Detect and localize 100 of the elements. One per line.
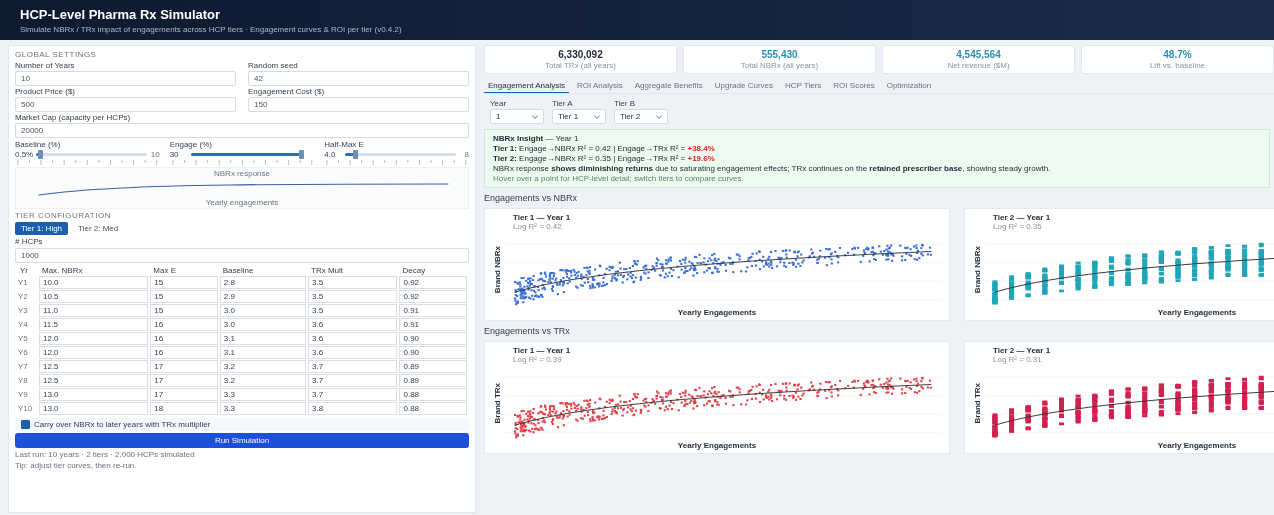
column-header: Max E xyxy=(153,266,176,275)
slider-value: 4.0 xyxy=(324,150,337,159)
chart-subtitle: Log R² = 0.31 xyxy=(992,355,1043,364)
chart-subtitle: Log R² = 0.35 xyxy=(992,222,1043,231)
table-input[interactable]: 3.0 xyxy=(219,304,307,317)
table-input[interactable]: 15 xyxy=(150,304,218,317)
table-input[interactable]: 16 xyxy=(150,318,218,331)
dropdown[interactable]: Tier 1 xyxy=(552,109,606,124)
table-input[interactable]: 0.88 xyxy=(399,388,467,401)
table-input[interactable]: 3.2 xyxy=(219,360,307,373)
table-input[interactable]: 13.0 xyxy=(39,388,149,401)
tab[interactable]: Upgrade Curves xyxy=(710,79,778,93)
table-input[interactable]: 0.89 xyxy=(399,360,467,373)
table-input[interactable]: 15 xyxy=(150,290,218,303)
table-input[interactable]: 3.5 xyxy=(308,276,398,289)
table-input[interactable]: 0.89 xyxy=(399,374,467,387)
table-input[interactable]: 15 xyxy=(150,276,218,289)
section-title: Engagements vs TRx xyxy=(484,326,571,336)
row-label: Y5 xyxy=(18,334,28,343)
table-input[interactable]: 0.91 xyxy=(399,304,467,317)
input-field[interactable]: 150 xyxy=(248,97,469,112)
table-input[interactable]: 18 xyxy=(150,402,218,415)
table-input[interactable]: 12.5 xyxy=(39,374,149,387)
table-input[interactable]: 17 xyxy=(150,360,218,373)
table-input[interactable]: 0.92 xyxy=(399,276,467,289)
slider-value: 0.5% xyxy=(15,150,33,159)
table-input[interactable]: 3.3 xyxy=(219,388,307,401)
table-input[interactable]: 17 xyxy=(150,374,218,387)
table-input[interactable]: 13.0 xyxy=(39,402,149,415)
input-field[interactable]: 42 xyxy=(248,71,469,86)
input-field[interactable]: 10 xyxy=(15,71,236,86)
tab[interactable]: ROI Analysis xyxy=(572,79,627,93)
row-label: Y2 xyxy=(18,292,28,301)
column-header: TRx Mult xyxy=(311,266,344,275)
table-input[interactable]: 12.0 xyxy=(39,346,149,359)
table-input[interactable]: 3.8 xyxy=(308,402,398,415)
table-input[interactable]: 11.0 xyxy=(39,304,149,317)
table-input[interactable]: 3.5 xyxy=(308,290,398,303)
tab[interactable]: ROI Scores xyxy=(829,79,879,93)
table-input[interactable]: 3.1 xyxy=(219,346,307,359)
table-input[interactable]: 3.6 xyxy=(308,332,398,345)
status-note: Last run: 10 years · 2 tiers · 2,000 HCPs simulated xyxy=(15,450,196,459)
table-input[interactable]: 2.8 xyxy=(219,276,307,289)
tab[interactable]: Engagement Analysis xyxy=(484,79,569,93)
table-input[interactable]: 16 xyxy=(150,346,218,359)
kpi-value: 48.7% xyxy=(1163,49,1192,60)
kpi-label: Lift vs. baseline xyxy=(1149,61,1206,70)
table-input[interactable]: 3.6 xyxy=(308,318,398,331)
tier-tab[interactable]: Tier 2: Med xyxy=(72,222,125,235)
table-input[interactable]: 3.6 xyxy=(308,346,398,359)
table-input[interactable]: 12.0 xyxy=(39,332,149,345)
dropdown[interactable]: Tier 2 xyxy=(614,109,668,124)
input-field[interactable]: 500 xyxy=(15,97,236,112)
chart-title: Tier 2 — Year 1 xyxy=(992,213,1052,222)
row-label: Y3 xyxy=(18,306,28,315)
input-field[interactable]: 20000 xyxy=(15,123,469,138)
dropdown[interactable]: 1 xyxy=(490,109,544,124)
insight-line: Tier 2: Engage→NBRx R² = 0.35 | Engage→TRx R² = +19.6% xyxy=(493,154,716,163)
checkbox[interactable] xyxy=(21,420,30,429)
table-input[interactable]: 10.0 xyxy=(39,276,149,289)
chart-title: NBRx response xyxy=(214,169,270,178)
axis-label: Yearly engagements xyxy=(205,198,279,207)
tier-tab[interactable]: Tier 1: High xyxy=(15,222,69,235)
table-input[interactable]: 3.2 xyxy=(219,374,307,387)
table-input[interactable]: 3.7 xyxy=(308,388,398,401)
table-input[interactable]: 3.0 xyxy=(219,318,307,331)
axis-label: Yearly Engagements xyxy=(677,308,757,317)
table-input[interactable]: 0.90 xyxy=(399,346,467,359)
table-input[interactable]: 0.92 xyxy=(399,290,467,303)
caret-icon xyxy=(594,114,600,119)
tab[interactable]: HCP Tiers xyxy=(781,79,826,93)
table-input[interactable]: 0.91 xyxy=(399,318,467,331)
input-field[interactable]: 1000 xyxy=(15,248,469,263)
slider[interactable] xyxy=(36,153,147,156)
insight-line: Tier 1: Engage→NBRx R² = 0.42 | Engage→TRx R² = +38.4% xyxy=(493,144,716,153)
table-input[interactable]: 3.1 xyxy=(219,332,307,345)
row-label: Y10 xyxy=(18,404,33,413)
table-input[interactable]: 3.5 xyxy=(308,304,398,317)
table-input[interactable]: 3.7 xyxy=(308,374,398,387)
run-button[interactable]: Run Simulation xyxy=(15,433,469,448)
table-input[interactable]: 11.5 xyxy=(39,318,149,331)
chart-title: Tier 2 — Year 1 xyxy=(992,346,1052,355)
table-input[interactable]: 3.3 xyxy=(219,402,307,415)
slider[interactable] xyxy=(190,153,302,156)
row-label: Y7 xyxy=(18,362,28,371)
tab[interactable]: Optimization xyxy=(882,79,936,93)
table-input[interactable]: 10.5 xyxy=(39,290,149,303)
table-input[interactable]: 0.90 xyxy=(399,332,467,345)
table-input[interactable]: 2.9 xyxy=(219,290,307,303)
tab[interactable]: Aggregate Benefits xyxy=(630,79,707,93)
section-title: Engagements vs NBRx xyxy=(484,193,579,203)
kpi-value: 6,330,092 xyxy=(558,49,603,60)
table-input[interactable]: 3.7 xyxy=(308,360,398,373)
table-input[interactable]: 17 xyxy=(150,388,218,401)
slider[interactable] xyxy=(345,153,456,156)
table-input[interactable]: 16 xyxy=(150,332,218,345)
table-input[interactable]: 12.5 xyxy=(39,360,149,373)
field-label: Number of Years xyxy=(15,61,76,70)
insight-note: Hover over a point for HCP-level detail; switch tiers to compare curves. xyxy=(493,174,745,183)
table-input[interactable]: 0.88 xyxy=(399,402,467,415)
